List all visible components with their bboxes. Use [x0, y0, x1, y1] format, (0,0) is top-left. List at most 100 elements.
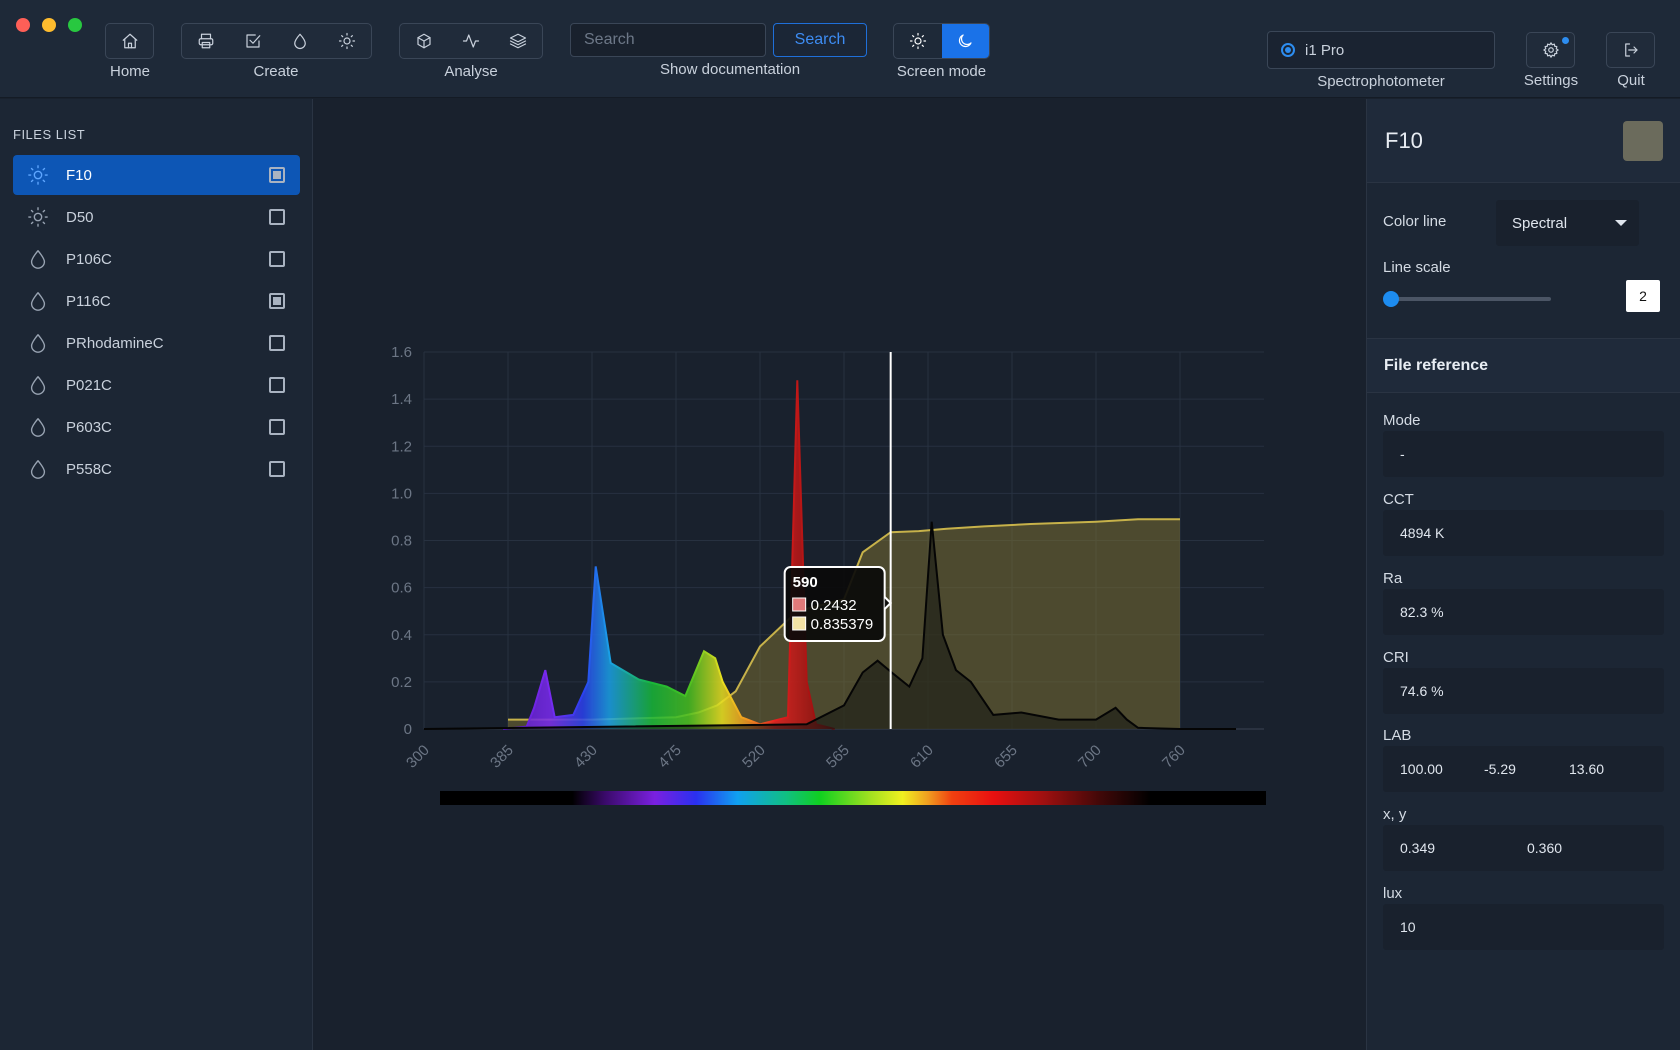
file-item-f10[interactable]: F10: [13, 155, 300, 195]
screen-mode-toggle: [893, 23, 990, 59]
gamut-button[interactable]: [400, 24, 447, 58]
file-checkbox[interactable]: [269, 335, 285, 351]
files-sidebar: FILES LIST F10 D50 P106C P116C PRhodamineC P0…: [0, 99, 313, 1050]
file-item-p106c[interactable]: P106C: [13, 239, 300, 279]
window-minimize-button[interactable]: [42, 18, 56, 32]
illuminant-button[interactable]: [323, 24, 370, 58]
panel-header: F10: [1367, 99, 1680, 183]
sun-icon: [24, 206, 52, 228]
activity-icon: [462, 34, 479, 48]
file-name: P603C: [66, 418, 112, 436]
y-tick-label: 0.6: [391, 580, 412, 597]
drop-icon: [24, 248, 52, 270]
y-tick-label: 1.0: [391, 485, 412, 502]
file-checkbox[interactable]: [269, 377, 285, 393]
y-tick-label: 0.2: [391, 674, 412, 691]
tooltip-value: 0.835379: [811, 616, 874, 633]
cct-value: 4894 K: [1400, 525, 1445, 541]
panel-title: F10: [1385, 128, 1423, 153]
color-line-select[interactable]: Spectral: [1496, 200, 1639, 246]
file-name: F10: [66, 166, 92, 184]
line-scale-track[interactable]: [1391, 297, 1551, 301]
xy-label: x, y: [1383, 806, 1407, 823]
spectrophotometer-label: Spectrophotometer: [1317, 73, 1445, 90]
search-button[interactable]: Search: [773, 23, 867, 57]
line-scale-label: Line scale: [1383, 259, 1451, 276]
file-name: P558C: [66, 460, 112, 478]
home-group: [105, 23, 154, 59]
y-tick-label: 1.4: [391, 391, 412, 408]
tooltip-title: 590: [793, 574, 818, 591]
file-checkbox[interactable]: [269, 251, 285, 267]
file-checkbox[interactable]: [269, 209, 285, 225]
y-value: 0.360: [1527, 840, 1563, 856]
file-reference-title: File reference: [1384, 357, 1489, 374]
file-reference-header: File reference: [1367, 338, 1680, 393]
x-tick-label: 520: [739, 742, 769, 772]
ink-button[interactable]: [276, 24, 323, 58]
spectrum-chart[interactable]: 1.6 1.4 1.2 1.0 0.8 0.6 0.4 0.2 0 300 385 430 475 520…: [314, 99, 1366, 1050]
color-swatch: [1623, 121, 1663, 161]
color-line-value: Spectral: [1512, 214, 1568, 232]
home-icon: [122, 33, 137, 49]
tooltip-swatch: [792, 616, 807, 631]
analyse-group: [399, 23, 543, 59]
file-checkbox[interactable]: [269, 167, 285, 183]
window-close-button[interactable]: [16, 18, 30, 32]
tooltip-swatch: [792, 597, 807, 612]
file-checkbox[interactable]: [269, 419, 285, 435]
x-tick-label: 760: [1159, 742, 1189, 772]
line-scale-slider-handle[interactable]: [1383, 291, 1399, 307]
settings-button[interactable]: [1526, 32, 1575, 68]
x-tick-label: 565: [823, 742, 853, 772]
line-scale-input[interactable]: 2: [1626, 280, 1660, 312]
moon-icon: [959, 34, 972, 48]
analyse-label: Analyse: [444, 63, 498, 80]
drop-icon: [293, 33, 306, 50]
file-name: D50: [66, 208, 94, 226]
file-item-p603c[interactable]: P603C: [13, 407, 300, 447]
color-line-label: Color line: [1383, 213, 1447, 230]
home-label: Home: [109, 63, 150, 80]
lab-field: 100.00 -5.29 13.60: [1383, 746, 1664, 792]
cri-label: CRI: [1383, 649, 1409, 666]
spectrum-button[interactable]: [447, 24, 494, 58]
layers-button[interactable]: [494, 24, 541, 58]
file-item-d50[interactable]: D50: [13, 197, 300, 237]
x-tick-label: 700: [1075, 742, 1105, 772]
y-tick-label: 0.8: [391, 533, 412, 550]
device-radio-icon: [1281, 43, 1295, 57]
sun-icon: [338, 32, 355, 50]
file-item-p558c[interactable]: P558C: [13, 449, 300, 489]
file-item-prhodaminec[interactable]: PRhodamineC: [13, 323, 300, 363]
search-input[interactable]: [570, 23, 766, 57]
file-item-p021c[interactable]: P021C: [13, 365, 300, 405]
y-tick-label: 0: [404, 721, 412, 738]
cri-value: 74.6 %: [1400, 683, 1444, 699]
drop-icon: [24, 374, 52, 396]
mode-label: Mode: [1383, 412, 1421, 429]
file-checkbox[interactable]: [269, 461, 285, 477]
lab-label: LAB: [1383, 727, 1412, 744]
show-documentation-label[interactable]: Show documentation: [620, 61, 840, 78]
x-tick-label: 655: [991, 742, 1021, 772]
ra-field: 82.3 %: [1383, 589, 1664, 635]
home-button[interactable]: [106, 24, 153, 58]
file-item-p116c[interactable]: P116C: [13, 281, 300, 321]
quit-button[interactable]: [1606, 32, 1655, 68]
window-zoom-button[interactable]: [68, 18, 82, 32]
dark-mode-button[interactable]: [941, 24, 989, 58]
checklist-button[interactable]: [229, 24, 276, 58]
lux-field: 10: [1383, 904, 1664, 950]
file-name: PRhodamineC: [66, 334, 164, 352]
file-name: P116C: [66, 292, 111, 310]
x-value: 0.349: [1400, 840, 1436, 856]
spectrophotometer-select[interactable]: i1 Pro: [1267, 31, 1495, 69]
printer-icon: [198, 33, 213, 49]
print-button[interactable]: [182, 24, 229, 58]
create-label: Create: [253, 63, 299, 80]
file-name: P021C: [66, 376, 112, 394]
cri-field: 74.6 %: [1383, 668, 1664, 714]
light-mode-button[interactable]: [894, 24, 942, 58]
file-checkbox[interactable]: [269, 293, 285, 309]
